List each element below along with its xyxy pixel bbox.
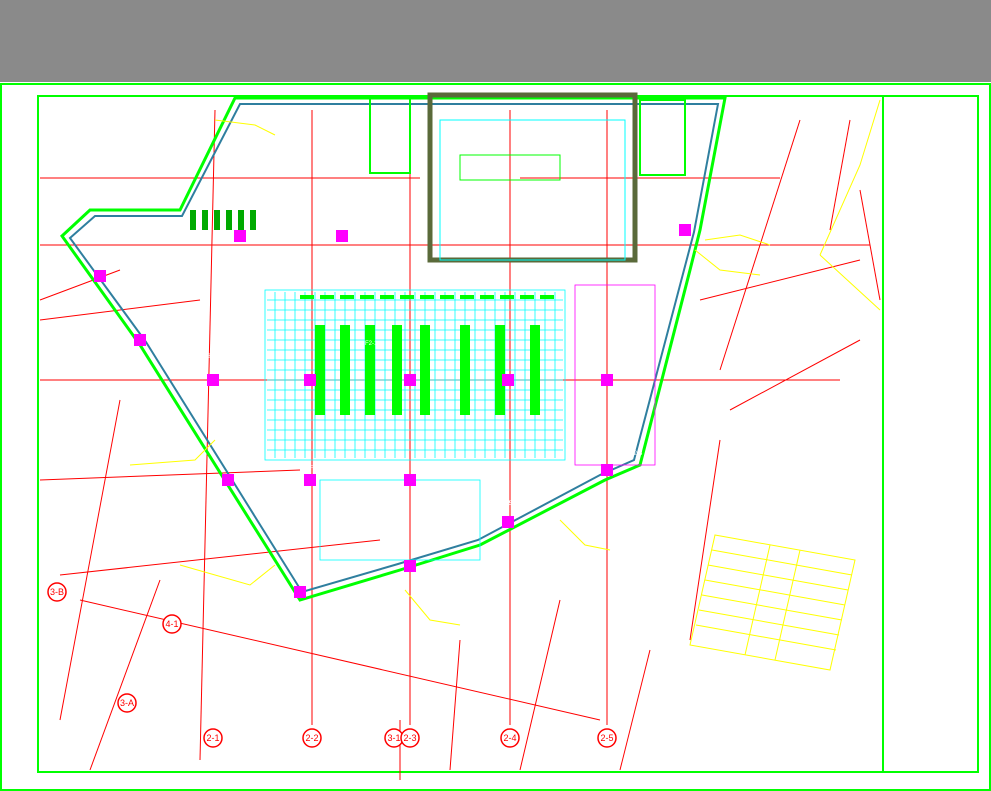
room-label: F2-13 bbox=[195, 354, 211, 360]
axis-label: 2-3 bbox=[403, 733, 416, 743]
room-label: F2-3 bbox=[630, 451, 643, 457]
legend-table bbox=[689, 534, 856, 671]
axis-bubble-2-1: 2-1 bbox=[203, 728, 223, 748]
axis-label: 3-A bbox=[120, 698, 134, 708]
axis-bubble-2-3: 2-3 bbox=[400, 728, 420, 748]
axis-bubble-4-1: 4-1 bbox=[162, 614, 182, 634]
room-label: F2-1 bbox=[365, 341, 378, 347]
axis-bubble-2-5: 2-5 bbox=[597, 728, 617, 748]
axis-bubble-2-2: 2-2 bbox=[302, 728, 322, 748]
room-label: F2-7 bbox=[322, 500, 335, 506]
room-label: F2-16 bbox=[140, 228, 156, 234]
axis-label: 2-5 bbox=[600, 733, 613, 743]
axis-label: 2-4 bbox=[503, 733, 516, 743]
room-label: F2-4 bbox=[648, 274, 661, 280]
axis-label: 3-B bbox=[50, 587, 64, 597]
room-label: F2-8 bbox=[310, 466, 323, 472]
axis-label: 3-1 bbox=[387, 733, 400, 743]
axis-label: 2-2 bbox=[305, 733, 318, 743]
inner-frame bbox=[37, 95, 979, 773]
axis-bubble-3-B: 3-B bbox=[47, 582, 67, 602]
axis-label: 2-1 bbox=[206, 733, 219, 743]
room-label: F2-6 bbox=[360, 521, 373, 527]
room-label: F2-10 bbox=[225, 454, 241, 460]
room-label: F2-15 bbox=[152, 268, 168, 274]
room-label: F2-5 bbox=[500, 501, 513, 507]
room-label: F2-11 bbox=[218, 396, 234, 402]
axis-bubble-2-4: 2-4 bbox=[500, 728, 520, 748]
room-label: F2-2 bbox=[655, 141, 668, 147]
outer-frame bbox=[0, 83, 991, 791]
axis-bubble-3-A: 3-A bbox=[117, 693, 137, 713]
cad-floor-plan: 3-B 4-1 3-A 2-1 2-2 3-1 2-3 2-4 2-5 F2-16 F2-15 F2… bbox=[0, 83, 991, 791]
room-label: F2-9 bbox=[260, 466, 273, 472]
axis-label: 4-1 bbox=[165, 619, 178, 629]
room-label: F2-14 bbox=[145, 318, 161, 324]
room-label: F2-12 bbox=[232, 300, 248, 306]
